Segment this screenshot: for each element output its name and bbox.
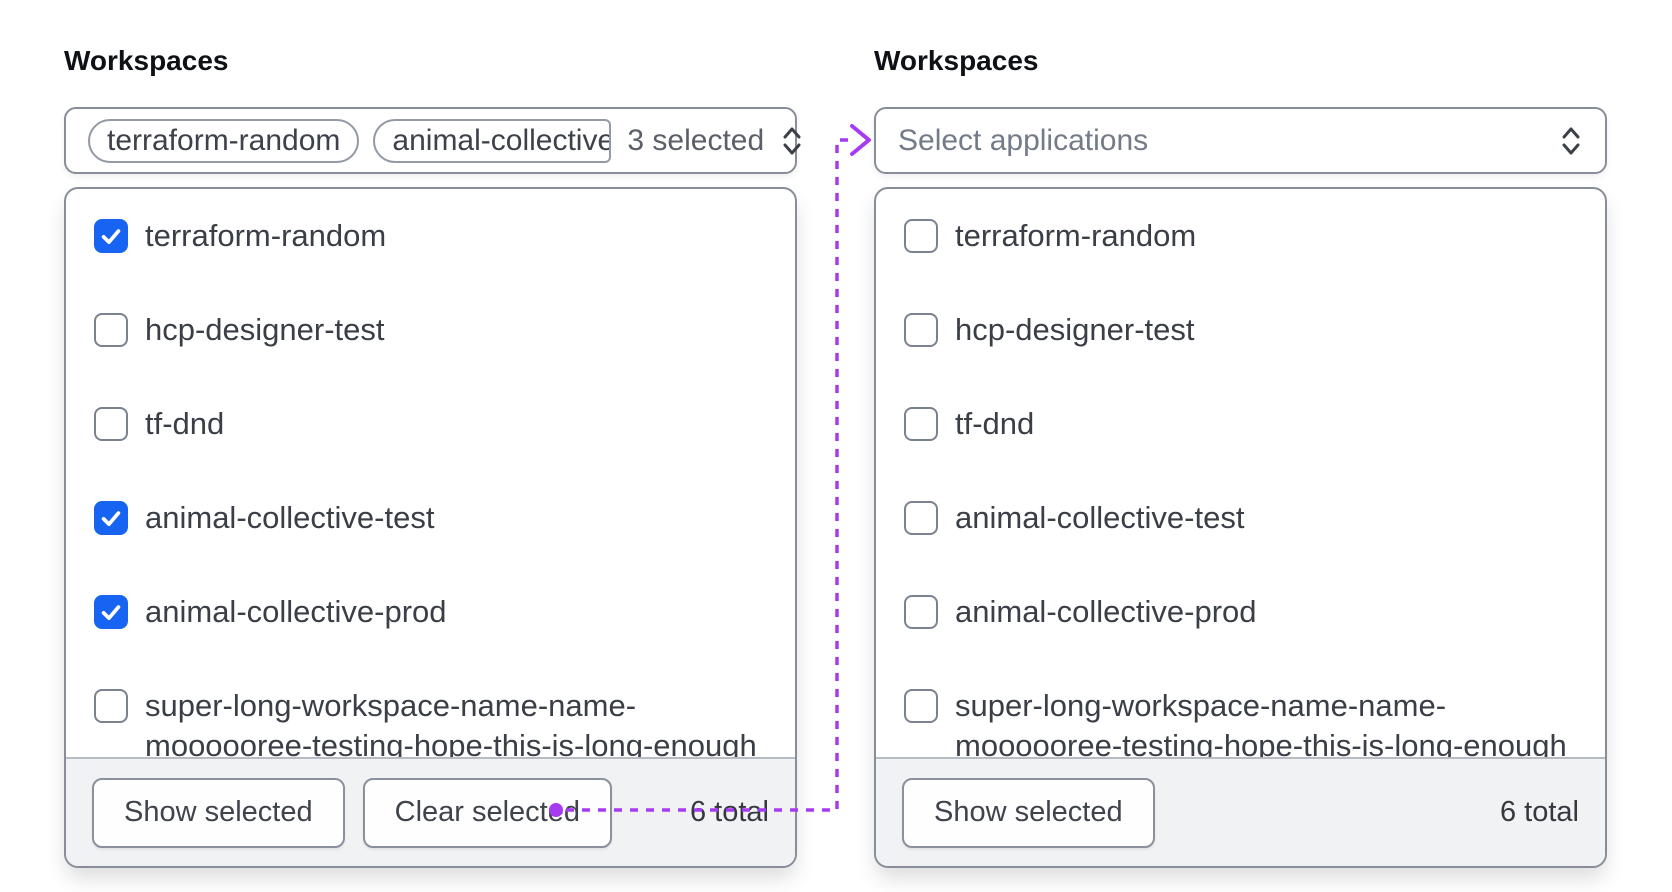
footer-action-button[interactable]: Show selected: [902, 777, 1155, 848]
screenshot-canvas: Workspaces terraform-random animal-colle…: [0, 0, 1672, 892]
footer-action-button[interactable]: Show selected: [92, 777, 345, 848]
checkbox[interactable]: [94, 595, 128, 629]
option-label: tf-dnd: [955, 406, 1035, 441]
option-row[interactable]: animal-collective-prod: [904, 565, 1577, 659]
workspaces-label: Workspaces: [64, 45, 229, 76]
option-label: animal-collective-test: [955, 500, 1245, 535]
caret-sort-icon: [783, 127, 801, 154]
options-list: terraform-random hcp-designer-test tf-dn…: [876, 189, 1605, 757]
option-row[interactable]: hcp-designer-test: [904, 283, 1577, 377]
listbox-footer: Show selected 6 total: [876, 757, 1605, 866]
option-label: hcp-designer-test: [955, 312, 1195, 347]
multiselect-trigger[interactable]: terraform-random animal-collective 3 sel…: [64, 107, 801, 174]
options-list: terraform-random hcp-designer-test tf-dn…: [66, 189, 795, 757]
option-label: animal-collective-prod: [145, 594, 447, 629]
listbox-footer: Show selected Clear selected 6 total: [66, 757, 795, 866]
option-row[interactable]: animal-collective-test: [904, 471, 1577, 565]
footer-action-button[interactable]: Clear selected: [362, 777, 612, 848]
option-row[interactable]: animal-collective-test: [94, 471, 767, 565]
checkbox[interactable]: [94, 689, 128, 723]
arrowhead-icon: [850, 124, 871, 156]
options-listbox: terraform-random hcp-designer-test tf-dn…: [64, 187, 797, 868]
checkbox[interactable]: [904, 313, 938, 347]
multiselect-trigger[interactable]: Select applications: [874, 107, 1607, 174]
checkmark-icon: [101, 229, 121, 245]
checkmark-icon: [101, 605, 121, 621]
option-row[interactable]: terraform-random: [904, 189, 1577, 283]
option-row[interactable]: super-long-workspace-name-name-moooooree…: [94, 659, 767, 757]
option-row[interactable]: terraform-random: [94, 189, 767, 283]
checkbox[interactable]: [94, 219, 128, 253]
option-label: hcp-designer-test: [145, 312, 385, 347]
option-row[interactable]: super-long-workspace-name-name-moooooree…: [904, 659, 1577, 757]
tag-label: animal-collective: [392, 123, 612, 157]
option-label: super-long-workspace-name-name-moooooree…: [955, 688, 1567, 757]
checkbox[interactable]: [904, 219, 938, 253]
checkbox[interactable]: [94, 501, 128, 535]
checkbox[interactable]: [94, 313, 128, 347]
total-count: 6 total: [1500, 796, 1579, 828]
selected-tag: terraform-random: [88, 118, 360, 163]
option-row[interactable]: tf-dnd: [94, 377, 767, 471]
placeholder-text: Select applications: [898, 123, 1149, 157]
option-label: animal-collective-test: [145, 500, 435, 535]
option-row[interactable]: animal-collective-prod: [94, 565, 767, 659]
options-listbox: terraform-random hcp-designer-test tf-dn…: [874, 187, 1607, 868]
option-label: tf-dnd: [145, 406, 225, 441]
workspaces-multiselect-left: Workspaces terraform-random animal-colle…: [64, 44, 801, 868]
checkmark-icon: [101, 511, 121, 527]
checkbox[interactable]: [904, 501, 938, 535]
tag-label: terraform-random: [107, 123, 341, 157]
checkbox[interactable]: [94, 407, 128, 441]
checkbox[interactable]: [904, 595, 938, 629]
option-label: terraform-random: [145, 218, 387, 253]
checkbox[interactable]: [904, 689, 938, 723]
option-label: terraform-random: [955, 218, 1197, 253]
workspaces-label: Workspaces: [874, 45, 1039, 76]
selected-tag-truncated: animal-collective: [373, 118, 612, 163]
workspaces-multiselect-right: Workspaces Select applications terraform…: [874, 44, 1607, 868]
checkbox[interactable]: [904, 407, 938, 441]
option-label: super-long-workspace-name-name-moooooree…: [145, 688, 757, 757]
option-label: animal-collective-prod: [955, 594, 1257, 629]
caret-sort-icon: [1562, 127, 1580, 154]
total-count: 6 total: [690, 796, 769, 828]
option-row[interactable]: hcp-designer-test: [94, 283, 767, 377]
option-row[interactable]: tf-dnd: [904, 377, 1577, 471]
selected-count: 3 selected: [627, 123, 765, 157]
